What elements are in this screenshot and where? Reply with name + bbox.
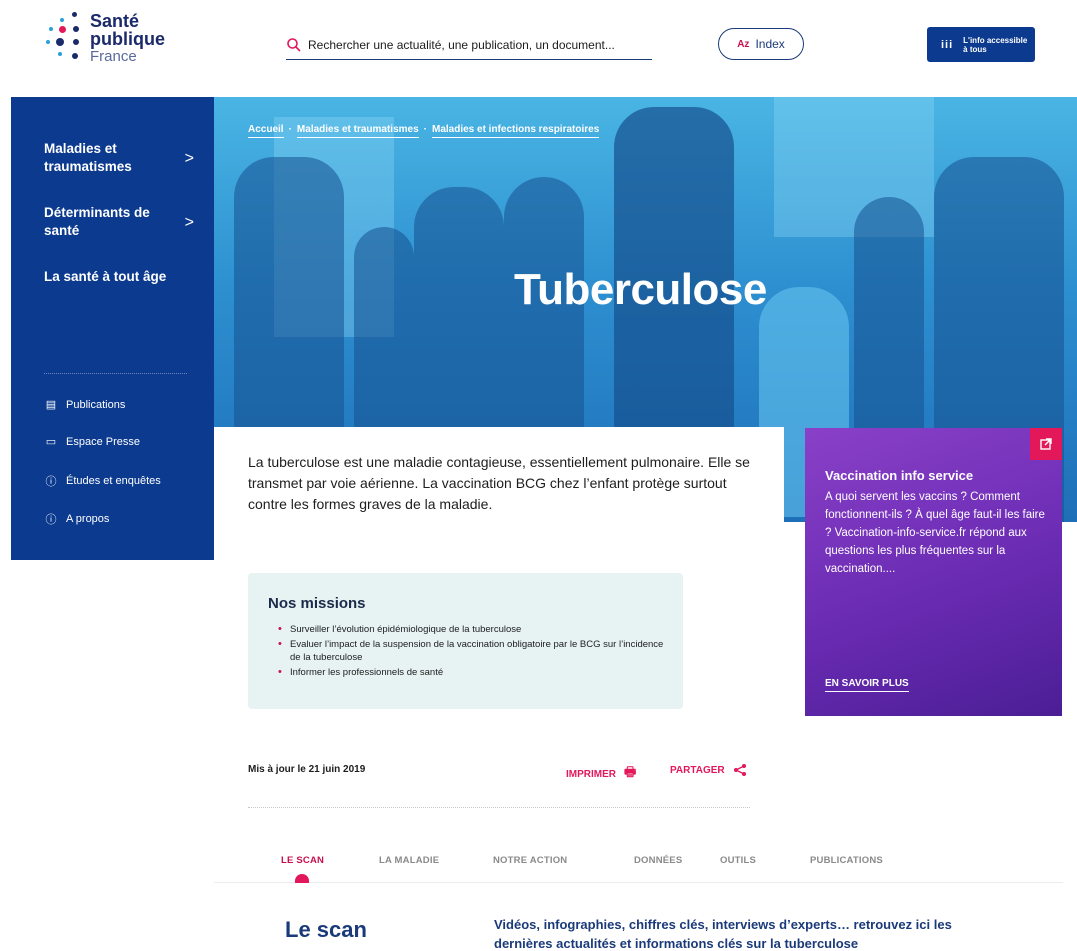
missions-list: Surveiller l’évolution épidémiologique d… [278,623,673,681]
promo-card[interactable]: Vaccination info service A quoi servent … [805,428,1062,716]
tab-notre-action[interactable]: NOTRE ACTION [493,855,567,866]
tab-donnees[interactable]: DONNÉES [634,855,682,866]
missions-box: Nos missions Surveiller l’évolution épid… [248,573,683,709]
accessibility-label: L'info accessible [963,35,1028,45]
info-icon: ⓘ [45,514,57,526]
sidebar-link-label: Espace Presse [66,435,140,448]
sidebar-divider [44,373,187,374]
tab-outils[interactable]: OUTILS [720,855,756,866]
tabs-bar: LE SCAN LA MALADIE NOTRE ACTION DONNÉES … [214,843,1063,883]
print-label: IMPRIMER [566,768,616,780]
active-tab-indicator [295,874,309,883]
logo-text: France [90,48,137,65]
sidebar-item-label: Maladies et [44,141,117,156]
accessibility-icon: iii [941,38,954,51]
printer-icon: 🖶 [624,764,637,779]
sidebar-link-label: A propos [66,513,110,525]
section-description: Vidéos, infographies, chiffres clés, int… [494,917,952,951]
info-icon: ⓘ [45,476,57,488]
sidebar-item-label: La santé à tout âge [44,269,167,284]
share-icon [733,764,746,776]
external-link-icon[interactable] [1030,428,1062,460]
santé-publique-logo[interactable]: Santé publique France [46,10,176,76]
list-item: Evaluer l’impact de la suspension de la … [278,638,673,664]
sidebar-link-label: Publications [66,398,126,411]
sidebar-item-label: traumatismes [44,159,132,174]
breadcrumb-link[interactable]: Maladies et traumatismes [296,124,419,138]
sidebar-item-label: santé [44,223,80,238]
sidebar-link-presse[interactable]: ▭ Espace Presse [44,435,140,449]
chevron-right-icon: > [184,150,194,167]
promo-text: A quoi servent les vaccins ? Comment fon… [825,491,1045,575]
promo-title: Vaccination info service [825,468,974,483]
sidebar-item-maladies[interactable]: Maladies et traumatismes > [44,140,194,176]
sidebar: Maladies et traumatismes > Déterminants … [11,97,214,560]
search-placeholder: Rechercher une actualité, une publicatio… [308,37,615,52]
divider [248,807,750,808]
tab-le-scan[interactable]: LE SCAN [281,855,324,866]
breadcrumb: Accueil · Maladies et traumatismes · Mal… [248,124,600,138]
update-date: Mis à jour le 21 juin 2019 [248,764,366,775]
section-title: Le scan [285,917,367,942]
page-title: Tuberculose [514,265,767,314]
tab-la-maladie[interactable]: LA MALADIE [379,855,439,866]
az-icon: Az [737,38,750,50]
missions-title: Nos missions [268,595,366,612]
chevron-right-icon: > [184,214,194,231]
accessibility-label: à tous [963,44,987,54]
site-header: Santé publique France Rechercher une act… [0,0,1077,97]
accessibility-button[interactable]: iii L'info accessible à tous [927,27,1035,62]
sidebar-link-etudes[interactable]: ⓘ Études et enquêtes [44,473,161,489]
tab-publications[interactable]: PUBLICATIONS [810,855,883,866]
index-label: Index [755,37,785,51]
sidebar-link-label: Études et enquêtes [66,475,161,487]
intro-text: La tuberculose est une maladie contagieu… [248,454,750,512]
list-item: Informer les professionnels de santé [278,666,673,679]
folder-icon: ▭ [45,436,57,448]
search-input[interactable]: Rechercher une actualité, une publicatio… [286,30,652,60]
sidebar-item-label: Déterminants de [44,205,150,220]
share-button[interactable]: PARTAGER [670,763,747,777]
share-label: PARTAGER [670,764,725,776]
sidebar-item-sante-age[interactable]: La santé à tout âge [44,268,194,286]
book-icon: ▤ [45,399,57,411]
index-button[interactable]: Az Index [718,28,804,60]
sidebar-link-apropos[interactable]: ⓘ A propos [44,511,110,527]
learn-more-link[interactable]: EN SAVOIR PLUS [825,678,909,692]
logo-text: publique [90,29,165,49]
search-icon [287,37,301,52]
logo-dots-icon [46,10,86,76]
breadcrumb-link[interactable]: Accueil [248,124,284,138]
list-item: Surveiller l’évolution épidémiologique d… [278,623,673,636]
logo-text: Santé [90,11,140,31]
breadcrumb-link[interactable]: Maladies et infections respiratoires [431,124,600,138]
print-button[interactable]: IMPRIMER 🖶 [566,763,636,785]
sidebar-item-determinants[interactable]: Déterminants de santé > [44,204,194,240]
sidebar-link-publications[interactable]: ▤ Publications [44,398,126,412]
